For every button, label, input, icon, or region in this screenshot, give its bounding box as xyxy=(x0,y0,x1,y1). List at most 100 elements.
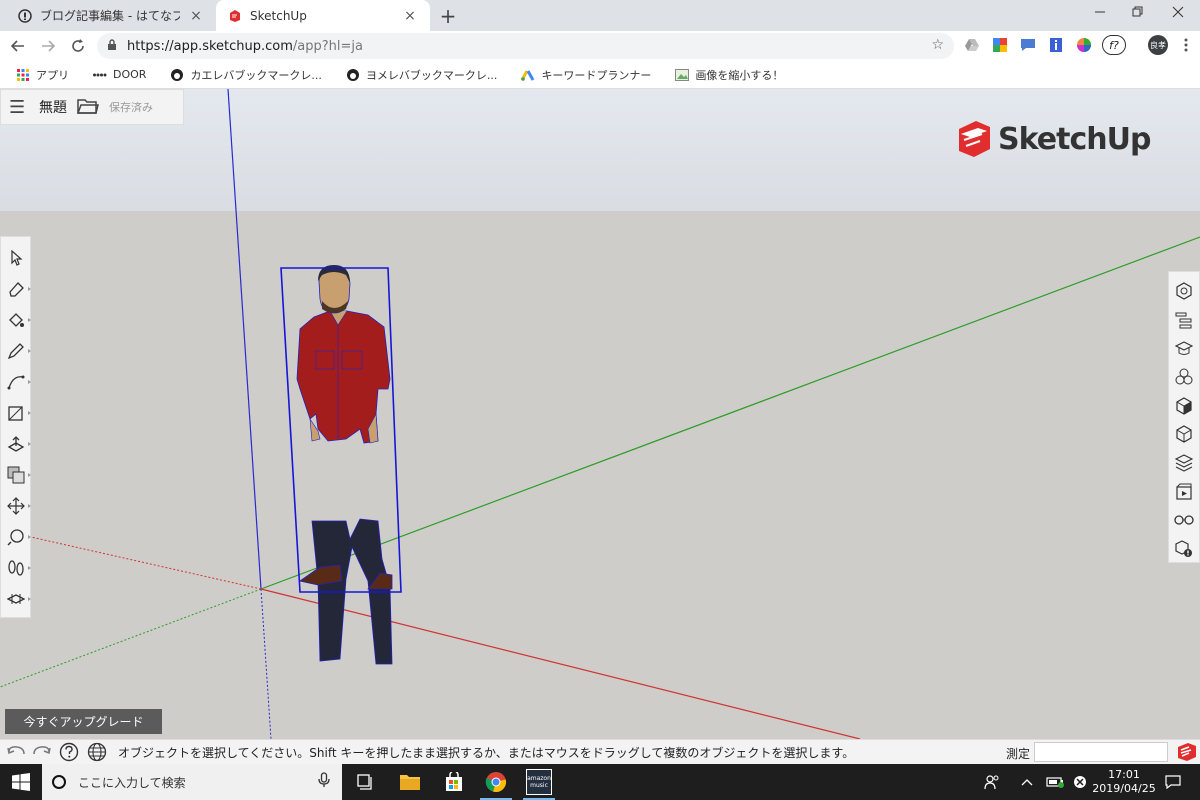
taskbar-search-box[interactable]: ここに入力して検索 xyxy=(42,764,342,800)
paint-bucket-icon[interactable] xyxy=(3,307,31,333)
instructor-icon[interactable] xyxy=(1171,335,1197,361)
bookmark-label: DOOR xyxy=(113,68,147,81)
open-folder-icon[interactable] xyxy=(76,97,99,118)
close-window-icon[interactable] xyxy=(1166,6,1190,26)
lock-icon xyxy=(107,38,117,54)
door-icon xyxy=(93,68,107,82)
search-placeholder: ここに入力して検索 xyxy=(78,775,186,790)
browser-toolbar: https://app.sketchup.com/app?hl=ja ☆ f? … xyxy=(0,31,1200,61)
tab-title: ブログ記事編集 - はてなブログ xyxy=(40,9,180,23)
redo-icon[interactable] xyxy=(30,741,52,763)
clock-time: 17:01 xyxy=(1108,768,1140,781)
modeling-viewport[interactable] xyxy=(0,89,1200,739)
github-icon xyxy=(346,68,360,82)
entity-info-icon[interactable] xyxy=(1171,278,1197,304)
restore-icon[interactable] xyxy=(1126,6,1150,26)
info-extension-icon[interactable] xyxy=(1046,35,1066,55)
bookmark-yomereba[interactable]: ヨメレバブックマークレ... xyxy=(346,67,498,83)
github-icon xyxy=(170,68,184,82)
tab-title: SketchUp xyxy=(250,8,307,23)
offset-icon[interactable] xyxy=(3,462,31,488)
close-tab-icon[interactable]: × xyxy=(402,8,418,24)
measurements-input[interactable] xyxy=(1034,742,1168,762)
clock-date: 2019/04/25 xyxy=(1092,782,1156,795)
minimize-icon[interactable] xyxy=(1088,6,1112,26)
battery-icon[interactable] xyxy=(1046,764,1066,800)
bookmark-apps[interactable]: アプリ xyxy=(16,67,69,83)
styles-icon[interactable] xyxy=(1171,422,1197,448)
more-menu-icon[interactable] xyxy=(1176,35,1196,55)
upgrade-button[interactable]: 今すぐアップグレード xyxy=(5,709,162,734)
microphone-icon[interactable] xyxy=(318,772,330,792)
notification-icon[interactable] xyxy=(1162,764,1184,800)
taskbar-clock[interactable]: 17:01 2019/04/25 xyxy=(1092,768,1156,796)
chevron-up-icon[interactable] xyxy=(1018,764,1036,800)
windows-taskbar: ここに入力して検索 amazon music 17:01 2019/04/25 xyxy=(0,764,1200,800)
display-icon[interactable] xyxy=(1171,508,1197,534)
f-extension-icon[interactable]: f? xyxy=(1102,35,1126,55)
color-picker-extension-icon[interactable] xyxy=(1074,35,1094,55)
file-panel: ☰ 無題 保存済み xyxy=(0,89,184,125)
bookmark-image-resize[interactable]: 画像を縮小する！ xyxy=(675,67,783,83)
bookmark-keyword-planner[interactable]: キーワードプランナー xyxy=(521,67,651,83)
sketchup-logo: SketchUp xyxy=(956,119,1151,159)
bookmark-kaereba[interactable]: カエレバブックマークレ... xyxy=(170,67,322,83)
browser-tab-strip: ブログ記事編集 - はてなブログ × SketchUp × + xyxy=(0,0,1200,31)
eraser-icon[interactable] xyxy=(3,276,31,302)
hamburger-menu-icon[interactable]: ☰ xyxy=(9,97,29,118)
sketchup-logo-icon xyxy=(959,121,990,157)
bookmark-label: キーワードプランナー xyxy=(541,68,652,82)
chat-extension-icon[interactable] xyxy=(1018,35,1038,55)
layers-icon[interactable] xyxy=(1171,450,1197,476)
push-pull-icon[interactable] xyxy=(3,431,31,457)
status-bar: オブジェクトを選択してください。Shift キーを押したまま選択するか、またはマ… xyxy=(0,739,1200,764)
people-icon[interactable] xyxy=(983,764,1001,800)
bookmark-door[interactable]: DOOR xyxy=(93,68,146,82)
address-bar[interactable]: https://app.sketchup.com/app?hl=ja ☆ xyxy=(97,33,954,59)
pencil-icon[interactable] xyxy=(3,338,31,364)
close-tab-icon[interactable]: × xyxy=(188,8,204,24)
file-explorer-icon[interactable] xyxy=(398,770,422,794)
blue-axis-positive xyxy=(227,89,262,590)
logo-wordmark: SketchUp xyxy=(998,121,1151,157)
tab-hatena-blog[interactable]: ブログ記事編集 - はてなブログ × xyxy=(6,0,216,31)
outliner-icon[interactable] xyxy=(1171,307,1197,333)
undo-icon[interactable] xyxy=(6,741,28,763)
drive-icon[interactable] xyxy=(962,35,982,55)
red-axis-negative xyxy=(0,529,262,590)
select-icon[interactable] xyxy=(3,245,29,271)
file-name[interactable]: 無題 xyxy=(39,97,67,117)
tape-measure-icon[interactable] xyxy=(3,524,31,550)
bookmark-star-icon[interactable]: ☆ xyxy=(931,37,944,53)
back-arrow-icon[interactable] xyxy=(3,31,33,61)
chrome-icon[interactable] xyxy=(480,770,512,800)
rectangle-icon[interactable] xyxy=(3,400,31,426)
profile-avatar[interactable]: 良孝 xyxy=(1148,35,1168,55)
section-plane-icon[interactable] xyxy=(3,586,31,612)
walk-icon[interactable] xyxy=(3,555,31,581)
windows-start-icon[interactable] xyxy=(12,773,30,794)
person-figure[interactable] xyxy=(280,265,402,665)
reload-icon[interactable] xyxy=(63,31,93,61)
amazon-music-icon[interactable]: amazon music xyxy=(523,769,555,800)
forward-arrow-icon[interactable] xyxy=(33,31,63,61)
network-disconnected-icon[interactable] xyxy=(1072,764,1088,800)
blue-axis-negative xyxy=(260,588,272,739)
arc-icon[interactable] xyxy=(3,369,31,395)
new-tab-button[interactable]: + xyxy=(438,4,458,28)
components-icon[interactable] xyxy=(1171,364,1197,390)
materials-icon[interactable] xyxy=(1171,393,1197,419)
bookmark-label: ヨメレバブックマークレ... xyxy=(365,68,498,82)
tab-sketchup[interactable]: SketchUp × xyxy=(216,0,430,31)
move-icon[interactable] xyxy=(3,493,31,519)
store-icon[interactable] xyxy=(442,770,466,794)
solid-inspector-icon[interactable] xyxy=(1171,536,1197,562)
sketchup-status-icon[interactable] xyxy=(1176,742,1198,762)
sketchup-app: ☰ 無題 保存済み SketchUp 今すぐアップグレード xyxy=(0,89,1200,739)
globe-icon[interactable] xyxy=(86,741,108,763)
task-view-icon[interactable] xyxy=(354,770,378,794)
scenes-icon[interactable] xyxy=(1171,479,1197,505)
google-extension-icon[interactable] xyxy=(990,35,1010,55)
help-icon[interactable] xyxy=(58,741,80,763)
url-host: https://app.sketchup.com xyxy=(127,38,293,54)
